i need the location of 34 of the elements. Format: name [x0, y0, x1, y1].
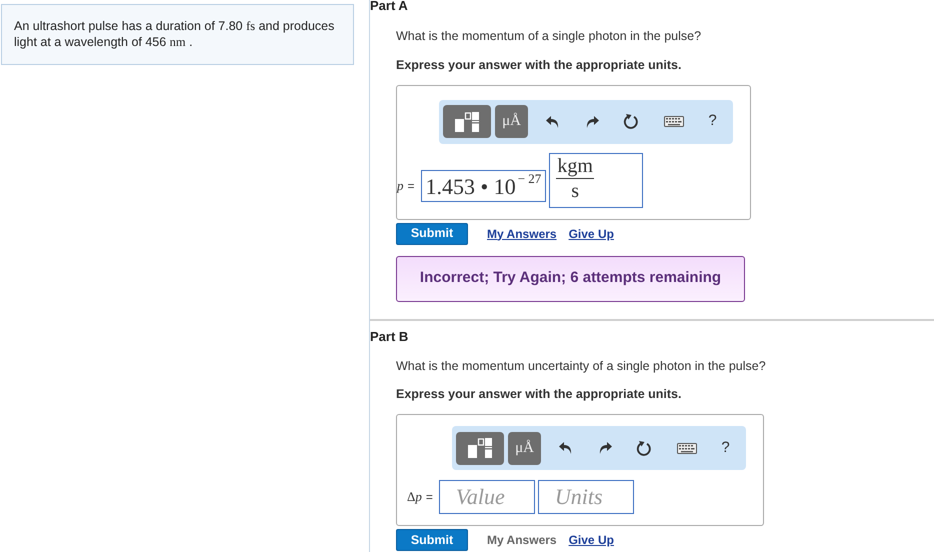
submit-button[interactable]: Submit: [396, 529, 468, 551]
value-field[interactable]: Value: [438, 480, 535, 514]
answer-link[interactable]: My Answers: [487, 224, 557, 242]
feedback-message: Incorrect; Try Again; 6 attempts remaining: [396, 256, 745, 302]
units-field[interactable]: Units: [538, 480, 634, 514]
units-field[interactable]: kgm s: [549, 152, 644, 208]
submit-button[interactable]: Submit: [396, 222, 468, 244]
units-button[interactable]: μÅ: [508, 432, 541, 464]
redo-icon[interactable]: [584, 114, 599, 128]
template-icon: [454, 110, 480, 132]
undo-icon[interactable]: [546, 114, 560, 128]
part-heading: Part B: [370, 328, 410, 344]
reset-icon[interactable]: [636, 440, 652, 456]
variable-label: Δp =: [407, 488, 433, 506]
units-button[interactable]: μÅ: [495, 105, 528, 138]
template-button[interactable]: [456, 432, 504, 464]
problem-statement: An ultrashort pulse has a duration of 7.80 fs and produces light at a wavelength of 456 nm .: [14, 18, 336, 50]
part-heading: Part A: [370, 0, 409, 14]
keyboard-icon[interactable]: [676, 442, 697, 454]
help-button[interactable]: ?: [721, 436, 730, 460]
answer-link[interactable]: Give Up: [568, 531, 614, 549]
redo-icon[interactable]: [598, 441, 612, 455]
instruction-text: Express your answer with the appropriate units.: [396, 56, 682, 74]
template-icon: [467, 437, 493, 459]
variable-label: p =: [397, 177, 415, 196]
undo-icon[interactable]: [559, 441, 574, 455]
template-button[interactable]: [443, 105, 491, 138]
keyboard-icon[interactable]: [664, 116, 684, 127]
question-text: What is the momentum of a single photon in the pulse?: [396, 28, 702, 45]
question-text: What is the momentum uncertainty of a single photon in the pulse?: [396, 358, 767, 375]
help-button[interactable]: ?: [708, 110, 717, 133]
instruction-text: Express your answer with the appropriate units.: [396, 386, 682, 404]
answer-link[interactable]: Give Up: [568, 224, 614, 242]
reset-icon[interactable]: [623, 113, 640, 130]
